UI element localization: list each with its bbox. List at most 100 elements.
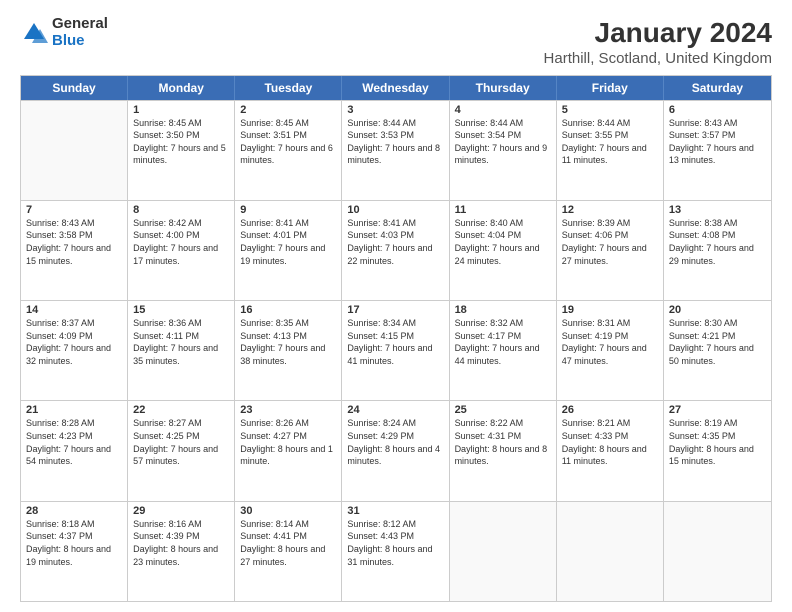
day-number: 26 — [562, 404, 658, 416]
week-row-1: 1Sunrise: 8:45 AM Sunset: 3:50 PM Daylig… — [21, 100, 771, 200]
cal-cell: 24Sunrise: 8:24 AM Sunset: 4:29 PM Dayli… — [342, 401, 449, 500]
day-number: 7 — [26, 204, 122, 216]
day-info: Sunrise: 8:18 AM Sunset: 4:37 PM Dayligh… — [26, 518, 122, 568]
day-info: Sunrise: 8:22 AM Sunset: 4:31 PM Dayligh… — [455, 417, 551, 467]
day-info: Sunrise: 8:19 AM Sunset: 4:35 PM Dayligh… — [669, 417, 766, 467]
day-number: 31 — [347, 505, 443, 517]
day-info: Sunrise: 8:24 AM Sunset: 4:29 PM Dayligh… — [347, 417, 443, 467]
day-number: 18 — [455, 304, 551, 316]
day-info: Sunrise: 8:31 AM Sunset: 4:19 PM Dayligh… — [562, 317, 658, 367]
cal-cell — [450, 502, 557, 601]
cal-cell: 23Sunrise: 8:26 AM Sunset: 4:27 PM Dayli… — [235, 401, 342, 500]
day-info: Sunrise: 8:39 AM Sunset: 4:06 PM Dayligh… — [562, 217, 658, 267]
day-info: Sunrise: 8:41 AM Sunset: 4:03 PM Dayligh… — [347, 217, 443, 267]
day-number: 14 — [26, 304, 122, 316]
day-info: Sunrise: 8:14 AM Sunset: 4:41 PM Dayligh… — [240, 518, 336, 568]
day-number: 22 — [133, 404, 229, 416]
day-number: 9 — [240, 204, 336, 216]
day-number: 6 — [669, 104, 766, 116]
day-info: Sunrise: 8:30 AM Sunset: 4:21 PM Dayligh… — [669, 317, 766, 367]
day-info: Sunrise: 8:16 AM Sunset: 4:39 PM Dayligh… — [133, 518, 229, 568]
day-number: 17 — [347, 304, 443, 316]
day-info: Sunrise: 8:43 AM Sunset: 3:57 PM Dayligh… — [669, 117, 766, 167]
day-info: Sunrise: 8:27 AM Sunset: 4:25 PM Dayligh… — [133, 417, 229, 467]
cal-cell: 30Sunrise: 8:14 AM Sunset: 4:41 PM Dayli… — [235, 502, 342, 601]
day-info: Sunrise: 8:38 AM Sunset: 4:08 PM Dayligh… — [669, 217, 766, 267]
calendar: SundayMondayTuesdayWednesdayThursdayFrid… — [20, 75, 772, 602]
page: General Blue January 2024 Harthill, Scot… — [0, 0, 792, 612]
cal-cell: 27Sunrise: 8:19 AM Sunset: 4:35 PM Dayli… — [664, 401, 771, 500]
calendar-body: 1Sunrise: 8:45 AM Sunset: 3:50 PM Daylig… — [21, 100, 771, 601]
header-day-monday: Monday — [128, 76, 235, 100]
day-number: 19 — [562, 304, 658, 316]
header: General Blue January 2024 Harthill, Scot… — [20, 16, 772, 67]
day-number: 23 — [240, 404, 336, 416]
day-info: Sunrise: 8:21 AM Sunset: 4:33 PM Dayligh… — [562, 417, 658, 467]
day-number: 29 — [133, 505, 229, 517]
main-title: January 2024 — [544, 16, 772, 50]
day-info: Sunrise: 8:44 AM Sunset: 3:55 PM Dayligh… — [562, 117, 658, 167]
day-number: 13 — [669, 204, 766, 216]
logo-icon — [20, 19, 48, 47]
day-info: Sunrise: 8:40 AM Sunset: 4:04 PM Dayligh… — [455, 217, 551, 267]
cal-cell — [21, 101, 128, 200]
day-number: 5 — [562, 104, 658, 116]
day-number: 24 — [347, 404, 443, 416]
calendar-header: SundayMondayTuesdayWednesdayThursdayFrid… — [21, 76, 771, 100]
week-row-5: 28Sunrise: 8:18 AM Sunset: 4:37 PM Dayli… — [21, 501, 771, 601]
header-day-thursday: Thursday — [450, 76, 557, 100]
day-info: Sunrise: 8:36 AM Sunset: 4:11 PM Dayligh… — [133, 317, 229, 367]
cal-cell: 4Sunrise: 8:44 AM Sunset: 3:54 PM Daylig… — [450, 101, 557, 200]
week-row-3: 14Sunrise: 8:37 AM Sunset: 4:09 PM Dayli… — [21, 300, 771, 400]
logo-text: General Blue — [52, 16, 108, 49]
cal-cell: 20Sunrise: 8:30 AM Sunset: 4:21 PM Dayli… — [664, 301, 771, 400]
cal-cell: 28Sunrise: 8:18 AM Sunset: 4:37 PM Dayli… — [21, 502, 128, 601]
day-info: Sunrise: 8:45 AM Sunset: 3:51 PM Dayligh… — [240, 117, 336, 167]
day-number: 16 — [240, 304, 336, 316]
cal-cell: 29Sunrise: 8:16 AM Sunset: 4:39 PM Dayli… — [128, 502, 235, 601]
day-info: Sunrise: 8:28 AM Sunset: 4:23 PM Dayligh… — [26, 417, 122, 467]
day-info: Sunrise: 8:32 AM Sunset: 4:17 PM Dayligh… — [455, 317, 551, 367]
header-day-tuesday: Tuesday — [235, 76, 342, 100]
day-info: Sunrise: 8:43 AM Sunset: 3:58 PM Dayligh… — [26, 217, 122, 267]
day-number: 15 — [133, 304, 229, 316]
day-number: 3 — [347, 104, 443, 116]
cal-cell: 2Sunrise: 8:45 AM Sunset: 3:51 PM Daylig… — [235, 101, 342, 200]
logo: General Blue — [20, 16, 108, 49]
day-info: Sunrise: 8:45 AM Sunset: 3:50 PM Dayligh… — [133, 117, 229, 167]
cal-cell: 10Sunrise: 8:41 AM Sunset: 4:03 PM Dayli… — [342, 201, 449, 300]
cal-cell: 7Sunrise: 8:43 AM Sunset: 3:58 PM Daylig… — [21, 201, 128, 300]
week-row-4: 21Sunrise: 8:28 AM Sunset: 4:23 PM Dayli… — [21, 400, 771, 500]
day-number: 28 — [26, 505, 122, 517]
header-day-sunday: Sunday — [21, 76, 128, 100]
cal-cell: 16Sunrise: 8:35 AM Sunset: 4:13 PM Dayli… — [235, 301, 342, 400]
day-number: 25 — [455, 404, 551, 416]
day-number: 10 — [347, 204, 443, 216]
cal-cell — [557, 502, 664, 601]
day-number: 1 — [133, 104, 229, 116]
logo-blue: Blue — [52, 33, 108, 50]
day-info: Sunrise: 8:35 AM Sunset: 4:13 PM Dayligh… — [240, 317, 336, 367]
cal-cell: 17Sunrise: 8:34 AM Sunset: 4:15 PM Dayli… — [342, 301, 449, 400]
cal-cell: 13Sunrise: 8:38 AM Sunset: 4:08 PM Dayli… — [664, 201, 771, 300]
cal-cell: 14Sunrise: 8:37 AM Sunset: 4:09 PM Dayli… — [21, 301, 128, 400]
header-day-friday: Friday — [557, 76, 664, 100]
title-block: January 2024 Harthill, Scotland, United … — [544, 16, 772, 67]
day-info: Sunrise: 8:37 AM Sunset: 4:09 PM Dayligh… — [26, 317, 122, 367]
cal-cell: 6Sunrise: 8:43 AM Sunset: 3:57 PM Daylig… — [664, 101, 771, 200]
cal-cell: 5Sunrise: 8:44 AM Sunset: 3:55 PM Daylig… — [557, 101, 664, 200]
cal-cell: 26Sunrise: 8:21 AM Sunset: 4:33 PM Dayli… — [557, 401, 664, 500]
day-info: Sunrise: 8:34 AM Sunset: 4:15 PM Dayligh… — [347, 317, 443, 367]
week-row-2: 7Sunrise: 8:43 AM Sunset: 3:58 PM Daylig… — [21, 200, 771, 300]
cal-cell: 1Sunrise: 8:45 AM Sunset: 3:50 PM Daylig… — [128, 101, 235, 200]
cal-cell: 9Sunrise: 8:41 AM Sunset: 4:01 PM Daylig… — [235, 201, 342, 300]
cal-cell: 15Sunrise: 8:36 AM Sunset: 4:11 PM Dayli… — [128, 301, 235, 400]
header-day-saturday: Saturday — [664, 76, 771, 100]
cal-cell: 31Sunrise: 8:12 AM Sunset: 4:43 PM Dayli… — [342, 502, 449, 601]
cal-cell: 8Sunrise: 8:42 AM Sunset: 4:00 PM Daylig… — [128, 201, 235, 300]
cal-cell: 22Sunrise: 8:27 AM Sunset: 4:25 PM Dayli… — [128, 401, 235, 500]
day-number: 30 — [240, 505, 336, 517]
day-info: Sunrise: 8:42 AM Sunset: 4:00 PM Dayligh… — [133, 217, 229, 267]
day-info: Sunrise: 8:41 AM Sunset: 4:01 PM Dayligh… — [240, 217, 336, 267]
logo-general: General — [52, 16, 108, 33]
